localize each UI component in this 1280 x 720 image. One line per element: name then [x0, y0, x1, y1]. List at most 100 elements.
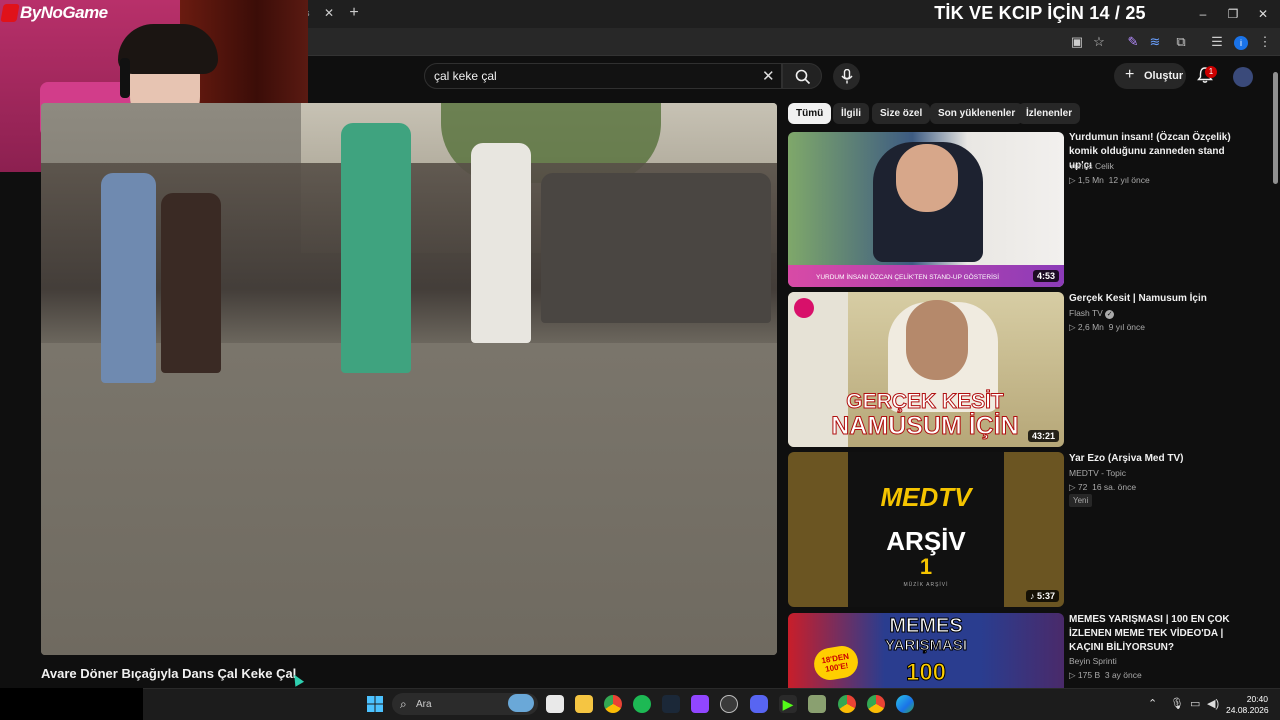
- search-query[interactable]: çal keke çal: [434, 69, 497, 83]
- chip-recently-uploaded[interactable]: Son yüklenenler: [930, 103, 1024, 124]
- volume-icon[interactable]: ◀): [1207, 697, 1219, 710]
- view-count: ▷ 175 B: [1069, 670, 1101, 680]
- thumbnail-caption: GERÇEK KESİT: [846, 390, 1005, 414]
- windows-start-icon[interactable]: [366, 695, 384, 713]
- view-count: ▷ 2,6 Mn: [1069, 322, 1104, 332]
- network-icon[interactable]: ▭: [1190, 697, 1200, 710]
- video-thumbnail[interactable]: MEMES YARIŞMASI 18'DEN 100'E! 100: [788, 613, 1064, 688]
- task-view-icon[interactable]: [546, 695, 564, 713]
- chevron-up-icon[interactable]: ⌃: [1148, 697, 1157, 710]
- taskbar-search-placeholder[interactable]: Ara: [416, 699, 432, 710]
- related-video-channel[interactable]: Beyin Sprinti: [1069, 656, 1117, 666]
- video-person: [161, 193, 221, 373]
- scrollbar-thumb[interactable]: [1273, 72, 1278, 184]
- related-video-channel[interactable]: MEDTV - Topic: [1069, 468, 1126, 478]
- video-duration: 43:21: [1027, 430, 1059, 442]
- profile-icon[interactable]: i: [1232, 33, 1250, 51]
- upload-age: 16 sa. önce: [1092, 482, 1137, 492]
- video-title: Avare Döner Bıçağıyla Dans Çal Keke Çal: [41, 666, 297, 681]
- widget-icon[interactable]: [508, 694, 534, 712]
- chrome-icon[interactable]: [604, 695, 622, 713]
- edge-icon[interactable]: [896, 695, 914, 713]
- related-video-meta: ▷ 175 B 3 ay önce: [1069, 670, 1142, 681]
- headset-icon: [120, 58, 130, 98]
- new-tab-button[interactable]: +: [346, 4, 362, 22]
- search-button[interactable]: [782, 63, 822, 89]
- chrome-icon[interactable]: [867, 695, 885, 713]
- clock-date[interactable]: 24.08.2026: [1226, 705, 1269, 715]
- related-video-meta: ▷ 72 16 sa. önce: [1069, 482, 1136, 493]
- windows-logo-icon: [367, 696, 383, 712]
- chrome-icon[interactable]: [838, 695, 856, 713]
- clear-search-icon[interactable]: ✕: [762, 67, 775, 85]
- thumbnail-number: 100: [905, 659, 947, 687]
- related-video-meta: ▷ 2,6 Mn 9 yıl önce: [1069, 322, 1145, 333]
- video-player[interactable]: [41, 103, 777, 655]
- related-video-channel[interactable]: Flash TV ✓: [1069, 308, 1115, 319]
- cast-icon[interactable]: ▣: [1068, 33, 1086, 51]
- browser-menu-icon[interactable]: ⋮: [1256, 33, 1274, 51]
- related-video-title[interactable]: Yar Ezo (Arşiva Med TV): [1069, 452, 1239, 466]
- thumbnail-face: [906, 300, 968, 380]
- discord-icon[interactable]: [750, 695, 768, 713]
- taskbar-left-area: [0, 688, 143, 720]
- related-video-title[interactable]: MEMES YARIŞMASI | 100 EN ÇOK İZLENEN MEM…: [1069, 613, 1239, 655]
- thumbnail-caption: YURDUM İNSANI ÖZCAN ÇELİK'TEN STAND-UP G…: [816, 274, 1000, 281]
- related-video-channel[interactable]: Yunus Celik: [1069, 161, 1114, 171]
- create-button[interactable]: + Oluştur: [1114, 63, 1186, 89]
- create-label: Oluştur: [1144, 70, 1184, 82]
- video-thumbnail[interactable]: GERÇEK KESİT NAMUSUM İÇİN 43:21: [788, 292, 1064, 447]
- thumbnail-badge: 18'DEN 100'E!: [811, 643, 861, 683]
- channel-name: Flash TV: [1069, 308, 1103, 318]
- kick-icon[interactable]: ▶: [779, 695, 797, 713]
- thumbnail-caption: NAMUSUM İÇİN: [831, 412, 1020, 441]
- video-person: [471, 143, 531, 343]
- video-thumbnail[interactable]: MEDTV ARŞİV 1 MÜZİK ARŞİVİ ♪ 5:37: [788, 452, 1064, 607]
- maximize-button[interactable]: ❐: [1218, 4, 1248, 24]
- search-icon: [795, 69, 811, 85]
- video-dancer: [341, 123, 411, 373]
- chip-all[interactable]: Tümü: [788, 103, 832, 124]
- microphone-icon: [841, 69, 853, 84]
- chip-for-you[interactable]: Size özel: [872, 103, 931, 124]
- minimize-button[interactable]: –: [1188, 4, 1218, 24]
- tab-close-icon[interactable]: ✕: [322, 6, 336, 20]
- upload-age: 3 ay önce: [1104, 670, 1142, 680]
- thumbnail-number: 1: [919, 554, 933, 579]
- related-video-meta: ▷ 1,5 Mn 12 yıl önce: [1069, 175, 1150, 186]
- upload-age: 12 yıl önce: [1108, 175, 1150, 185]
- thumbnail-caption: MEMES: [889, 615, 963, 638]
- notification-count-badge: 1: [1205, 66, 1217, 78]
- extension-wave-icon[interactable]: ≋: [1146, 33, 1164, 51]
- close-window-button[interactable]: ✕: [1248, 4, 1278, 24]
- video-thumbnail[interactable]: YURDUM İNSANI ÖZCAN ÇELİK'TEN STAND-UP G…: [788, 132, 1064, 287]
- file-explorer-icon[interactable]: [575, 695, 593, 713]
- verified-icon: ✓: [1105, 310, 1115, 319]
- reading-list-icon[interactable]: ☰: [1208, 33, 1226, 51]
- app-icon[interactable]: [808, 695, 826, 713]
- video-duration: ♪ 5:37: [1025, 590, 1059, 602]
- voice-search-button[interactable]: [833, 63, 860, 90]
- thumbnail-face: [896, 144, 958, 212]
- chip-watched[interactable]: İzlenenler: [1018, 103, 1081, 124]
- upload-age: 9 yıl önce: [1108, 322, 1146, 332]
- account-avatar[interactable]: [1233, 67, 1253, 87]
- microphone-icon[interactable]: 🎙︎: [1170, 697, 1184, 710]
- extension-pen-icon[interactable]: ✎: [1124, 33, 1142, 51]
- medtv-logo: MEDTV: [880, 482, 972, 512]
- stream-overlay-title: TİK VE KCIP İÇİN 14 / 25: [934, 3, 1146, 23]
- app-icon[interactable]: [720, 695, 738, 713]
- clock-time[interactable]: 20:40: [1236, 694, 1268, 704]
- plus-icon: +: [1125, 66, 1135, 83]
- spotify-icon[interactable]: [633, 695, 651, 713]
- bookmark-star-icon[interactable]: ☆: [1090, 33, 1108, 51]
- thumbnail-caption: ARŞİV: [886, 526, 966, 556]
- related-video-title[interactable]: Gerçek Kesit | Namusum İçin: [1069, 292, 1239, 306]
- chip-related[interactable]: İlgili: [833, 103, 869, 124]
- video-person: [101, 173, 156, 383]
- steam-icon[interactable]: [662, 695, 680, 713]
- extensions-puzzle-icon[interactable]: ⧉: [1172, 33, 1190, 51]
- video-crowd-group: [541, 173, 771, 323]
- bynogame-logo-icon: [0, 4, 20, 22]
- twitch-icon[interactable]: [691, 695, 709, 713]
